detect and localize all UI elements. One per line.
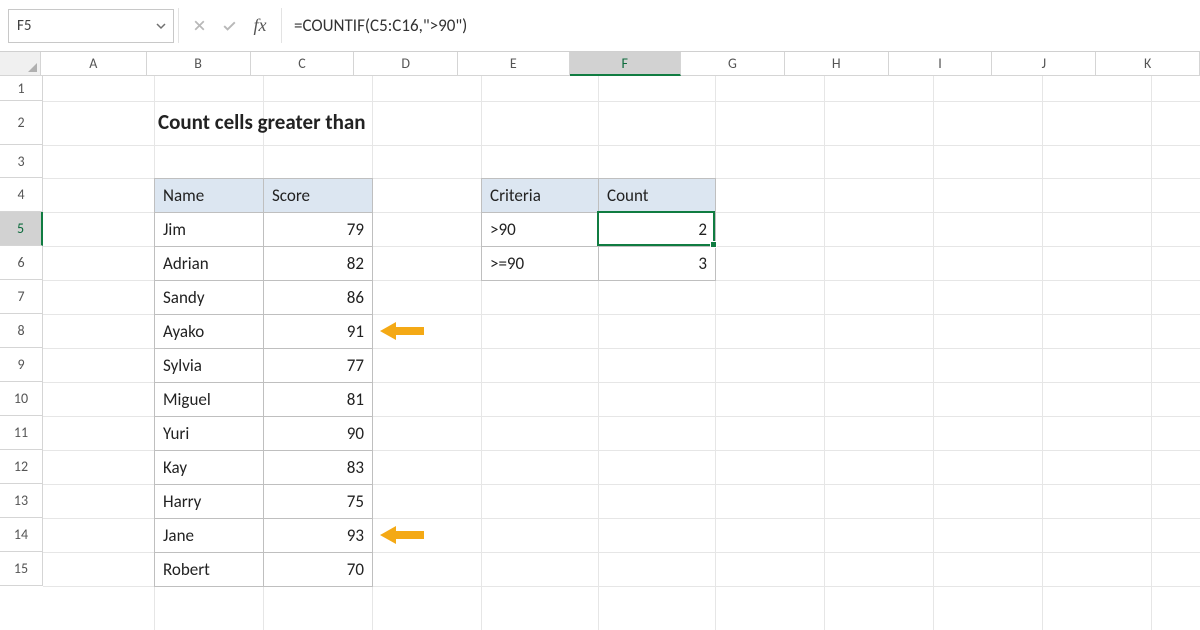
table-header-name[interactable]: Name (155, 179, 264, 213)
cell-name[interactable]: Robert (155, 553, 264, 587)
cell-criteria[interactable]: >=90 (482, 247, 599, 281)
spreadsheet-grid[interactable]: ABCDEFGHIJK 123456789101112131415 Count … (0, 52, 1200, 630)
column-header-B[interactable]: B (147, 52, 251, 76)
formula-text: =COUNTIF(C5:C16,">90") (294, 15, 467, 36)
column-headers: ABCDEFGHIJK (0, 52, 1200, 76)
excel-window: F5 fx =COUNTIF(C5:C16,">90") ABCDEFGHIJK (0, 0, 1200, 630)
row-header-8[interactable]: 8 (0, 314, 43, 348)
table-row[interactable]: Adrian82 (155, 247, 373, 281)
table-row[interactable]: Sandy86 (155, 281, 373, 315)
column-header-K[interactable]: K (1096, 52, 1200, 76)
cell-score[interactable]: 70 (264, 553, 373, 587)
fx-icon[interactable]: fx (245, 15, 275, 36)
arrow-left-icon (380, 320, 426, 342)
cell-name[interactable]: Miguel (155, 383, 264, 417)
cell-name[interactable]: Jane (155, 519, 264, 553)
table-row[interactable]: Ayako91 (155, 315, 373, 349)
cell-name[interactable]: Ayako (155, 315, 264, 349)
cell-score[interactable]: 91 (264, 315, 373, 349)
select-all-corner[interactable] (0, 52, 41, 76)
cell-name[interactable]: Sandy (155, 281, 264, 315)
cell-name[interactable]: Kay (155, 451, 264, 485)
table-row[interactable]: >=903 (482, 247, 716, 281)
column-header-C[interactable]: C (251, 52, 355, 76)
cells-area[interactable]: Count cells greater than Name Score Jim7… (43, 76, 1200, 630)
row-header-14[interactable]: 14 (0, 518, 43, 552)
formula-bar-buttons: fx (179, 0, 281, 51)
cell-name[interactable]: Yuri (155, 417, 264, 451)
column-header-E[interactable]: E (458, 52, 569, 76)
cell-name[interactable]: Jim (155, 213, 264, 247)
column-header-H[interactable]: H (785, 52, 889, 76)
cell-score[interactable]: 81 (264, 383, 373, 417)
cell-score[interactable]: 77 (264, 349, 373, 383)
table-row[interactable]: Jim79 (155, 213, 373, 247)
row-header-10[interactable]: 10 (0, 382, 43, 416)
row-header-12[interactable]: 12 (0, 450, 43, 484)
cell-count[interactable]: 3 (599, 247, 716, 281)
column-header-D[interactable]: D (354, 52, 458, 76)
cell-name[interactable]: Harry (155, 485, 264, 519)
cell-score[interactable]: 93 (264, 519, 373, 553)
cell-score[interactable]: 82 (264, 247, 373, 281)
column-header-G[interactable]: G (681, 52, 785, 76)
name-box-container: F5 (0, 0, 178, 51)
cell-score[interactable]: 86 (264, 281, 373, 315)
cell-score[interactable]: 75 (264, 485, 373, 519)
page-title: Count cells greater than (158, 109, 366, 135)
table-row[interactable]: Harry75 (155, 485, 373, 519)
name-box[interactable]: F5 (8, 9, 174, 43)
table-row[interactable]: Robert70 (155, 553, 373, 587)
row-header-7[interactable]: 7 (0, 280, 43, 314)
column-header-I[interactable]: I (889, 52, 993, 76)
table-row[interactable]: Jane93 (155, 519, 373, 553)
table-row[interactable]: Yuri90 (155, 417, 373, 451)
formula-input[interactable]: =COUNTIF(C5:C16,">90") (282, 0, 1200, 51)
cancel-icon[interactable] (185, 9, 213, 43)
table-row[interactable]: Sylvia77 (155, 349, 373, 383)
column-header-J[interactable]: J (992, 52, 1096, 76)
cell-score[interactable]: 79 (264, 213, 373, 247)
table-header-score[interactable]: Score (264, 179, 373, 213)
column-header-F[interactable]: F (570, 52, 681, 76)
row-header-9[interactable]: 9 (0, 348, 43, 382)
arrow-left-icon (380, 524, 426, 546)
cell-name[interactable]: Sylvia (155, 349, 264, 383)
table-row[interactable]: Kay83 (155, 451, 373, 485)
table-row[interactable]: >902 (482, 213, 716, 247)
cell-score[interactable]: 90 (264, 417, 373, 451)
name-box-value: F5 (17, 17, 32, 35)
table-header-count[interactable]: Count (599, 179, 716, 213)
row-header-11[interactable]: 11 (0, 416, 43, 450)
formula-bar: F5 fx =COUNTIF(C5:C16,">90") (0, 0, 1200, 52)
table-header-criteria[interactable]: Criteria (482, 179, 599, 213)
column-header-A[interactable]: A (41, 52, 147, 76)
criteria-count-table: Criteria Count >902>=903 (481, 178, 716, 281)
cell-criteria[interactable]: >90 (482, 213, 599, 247)
row-header-1[interactable]: 1 (0, 76, 43, 101)
row-header-2[interactable]: 2 (0, 101, 43, 145)
table-row[interactable]: Miguel81 (155, 383, 373, 417)
cell-score[interactable]: 83 (264, 451, 373, 485)
row-header-5[interactable]: 5 (0, 212, 43, 246)
row-header-3[interactable]: 3 (0, 145, 43, 178)
cell-count[interactable]: 2 (599, 213, 716, 247)
row-header-13[interactable]: 13 (0, 484, 43, 518)
chevron-down-icon[interactable] (155, 20, 167, 32)
name-score-table: Name Score Jim79Adrian82Sandy86Ayako91Sy… (154, 178, 373, 587)
row-header-6[interactable]: 6 (0, 246, 43, 280)
row-header-4[interactable]: 4 (0, 178, 43, 212)
enter-icon[interactable] (215, 9, 243, 43)
cell-name[interactable]: Adrian (155, 247, 264, 281)
row-headers: 123456789101112131415 (0, 76, 43, 586)
row-header-15[interactable]: 15 (0, 552, 43, 586)
